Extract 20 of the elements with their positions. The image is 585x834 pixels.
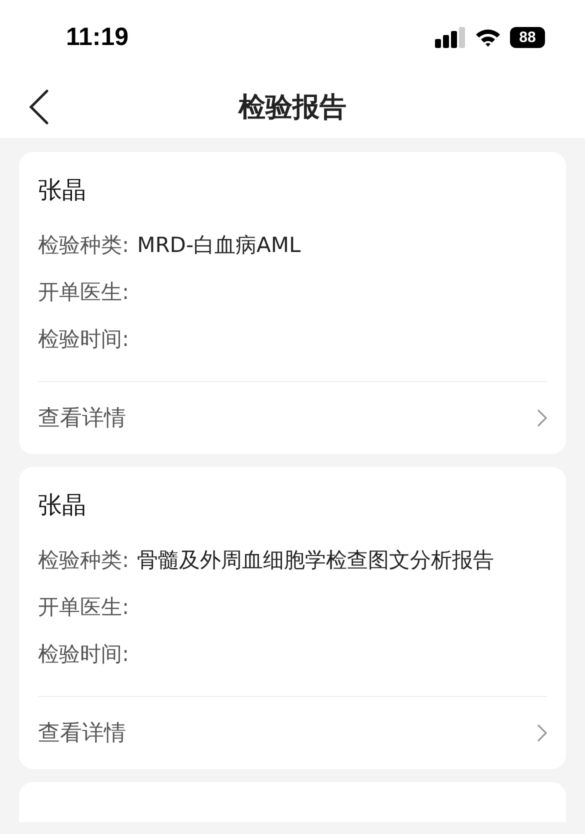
field-label: 检验时间: [38, 641, 130, 668]
field-value: MRD-白血病AML [137, 232, 301, 259]
signal-icon [435, 27, 466, 48]
patient-name: 张晶 [38, 490, 87, 521]
chevron-right-icon [537, 409, 547, 427]
chevron-right-icon [537, 724, 547, 742]
status-time: 11:19 [66, 23, 129, 52]
field-label: 检验种类: [38, 232, 130, 259]
view-details-link[interactable]: 查看详情 [38, 403, 126, 433]
view-details-link[interactable]: 查看详情 [38, 718, 126, 748]
field-label: 开单医生: [38, 594, 130, 621]
field-value: 骨髓及外周血细胞学检查图文分析报告 [137, 547, 494, 574]
wifi-icon [475, 28, 501, 47]
field-label: 检验时间: [38, 326, 130, 353]
page-title: 检验报告 [238, 90, 346, 124]
patient-name: 张晶 [38, 175, 87, 206]
back-icon[interactable] [28, 89, 50, 125]
battery-icon: 88 [510, 27, 545, 48]
field-label: 开单医生: [38, 279, 130, 306]
field-label: 检验种类: [38, 547, 130, 574]
